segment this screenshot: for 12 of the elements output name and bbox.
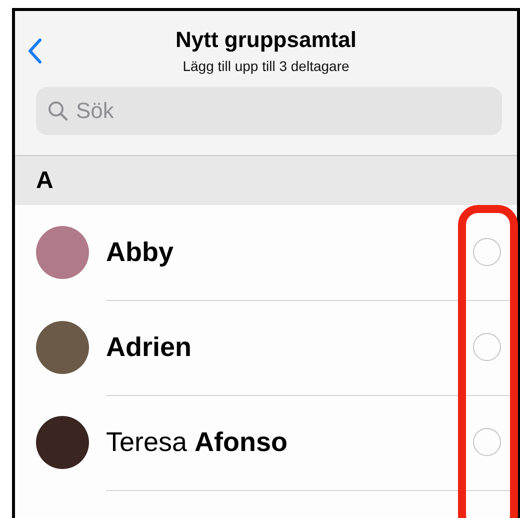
back-icon[interactable] [27, 38, 43, 64]
avatar-photo-placeholder [36, 416, 89, 469]
search-field[interactable]: Sök [36, 87, 502, 135]
screen-subtitle: Lägg till upp till 3 deltagare [182, 58, 350, 74]
section-letter: A [36, 166, 54, 194]
selection-circle[interactable] [473, 238, 501, 266]
selection-circle[interactable] [473, 333, 501, 361]
contact-name[interactable]: Adrien [106, 332, 192, 362]
screen-title: Nytt gruppsamtal [174, 27, 358, 53]
selection-circle[interactable] [473, 428, 501, 456]
contact-name[interactable]: Teresa Afonso [106, 426, 288, 458]
contact-name[interactable]: Abby [106, 236, 174, 268]
